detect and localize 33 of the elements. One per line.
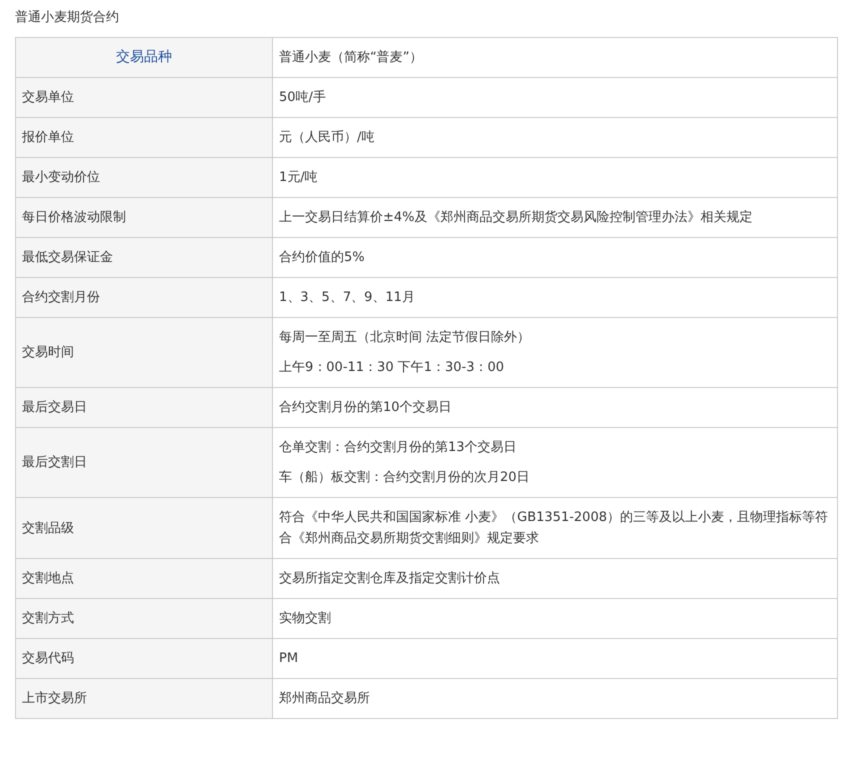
table-header-cell: 每日价格波动限制 <box>16 198 272 238</box>
table-header-cell: 交割方式 <box>16 598 272 638</box>
table-header-cell: 上市交易所 <box>16 678 272 718</box>
page-title: 普通小麦期货合约 <box>15 8 120 27</box>
table-cell-text: 仓单交割：合约交割月份的第13个交易日 <box>279 439 518 457</box>
table-header-cell: 最小变动价位 <box>16 158 272 198</box>
table-header-cell: 最后交易日 <box>16 388 272 428</box>
table-header-cell: 最低交易保证金 <box>16 238 272 278</box>
table-cell-text: 50吨/手 <box>279 89 327 107</box>
table-header-cell: 交易单位 <box>16 78 272 118</box>
table-cell-text: PM <box>279 650 300 668</box>
table-cell-text: 合约交割月份的第10个交易日 <box>279 399 453 417</box>
table-header-cell: 合约交割月份 <box>16 278 272 318</box>
table-cell-text: 1、3、5、7、9、11月 <box>279 289 416 307</box>
table-cell-text: 上一交易日结算价±4%及《郑州商品交易所期货交易风险控制管理办法》相关规定 <box>279 209 754 227</box>
table-header-cell: 最后交割日 <box>16 428 272 498</box>
table-cell-text: 1元/吨 <box>279 169 319 187</box>
table-header-cell: 交割品级 <box>16 498 272 558</box>
table-cell-text: 交易所指定交割仓库及指定交割计价点 <box>279 570 501 588</box>
table-cell-text: 实物交割 <box>279 610 332 628</box>
table-cell-text: 郑州商品交易所 <box>279 690 371 708</box>
table-header-cell: 交易时间 <box>16 318 272 388</box>
table-cell: 普通小麦（简称“普麦”） <box>272 38 838 78</box>
table-cell-text: 符合《中华人民共和国国家标准 小麦》（GB1351-2008）的三等及以上小麦，且物理指标等符合《郑州商品交易所期货交割细则》规定要求 <box>279 509 829 548</box>
table-header-cell: 报价单位 <box>16 118 272 158</box>
table-cell-text: 元（人民币）/吨 <box>279 129 376 147</box>
table-cell-text: 上午9：00-11：30 下午1：30-3：00 <box>279 359 506 377</box>
table-cell-text: 车（船）板交割：合约交割月份的次月20日 <box>279 469 531 487</box>
table-header-cell: 交割地点 <box>16 558 272 598</box>
table-header-cell: 交易品种 <box>16 38 272 78</box>
table-header-cell: 交易代码 <box>16 638 272 678</box>
table-cell-text: 合约价值的5% <box>279 249 366 267</box>
table-cell-text: 每周一至周五（北京时间 法定节假日除外） <box>279 329 532 347</box>
